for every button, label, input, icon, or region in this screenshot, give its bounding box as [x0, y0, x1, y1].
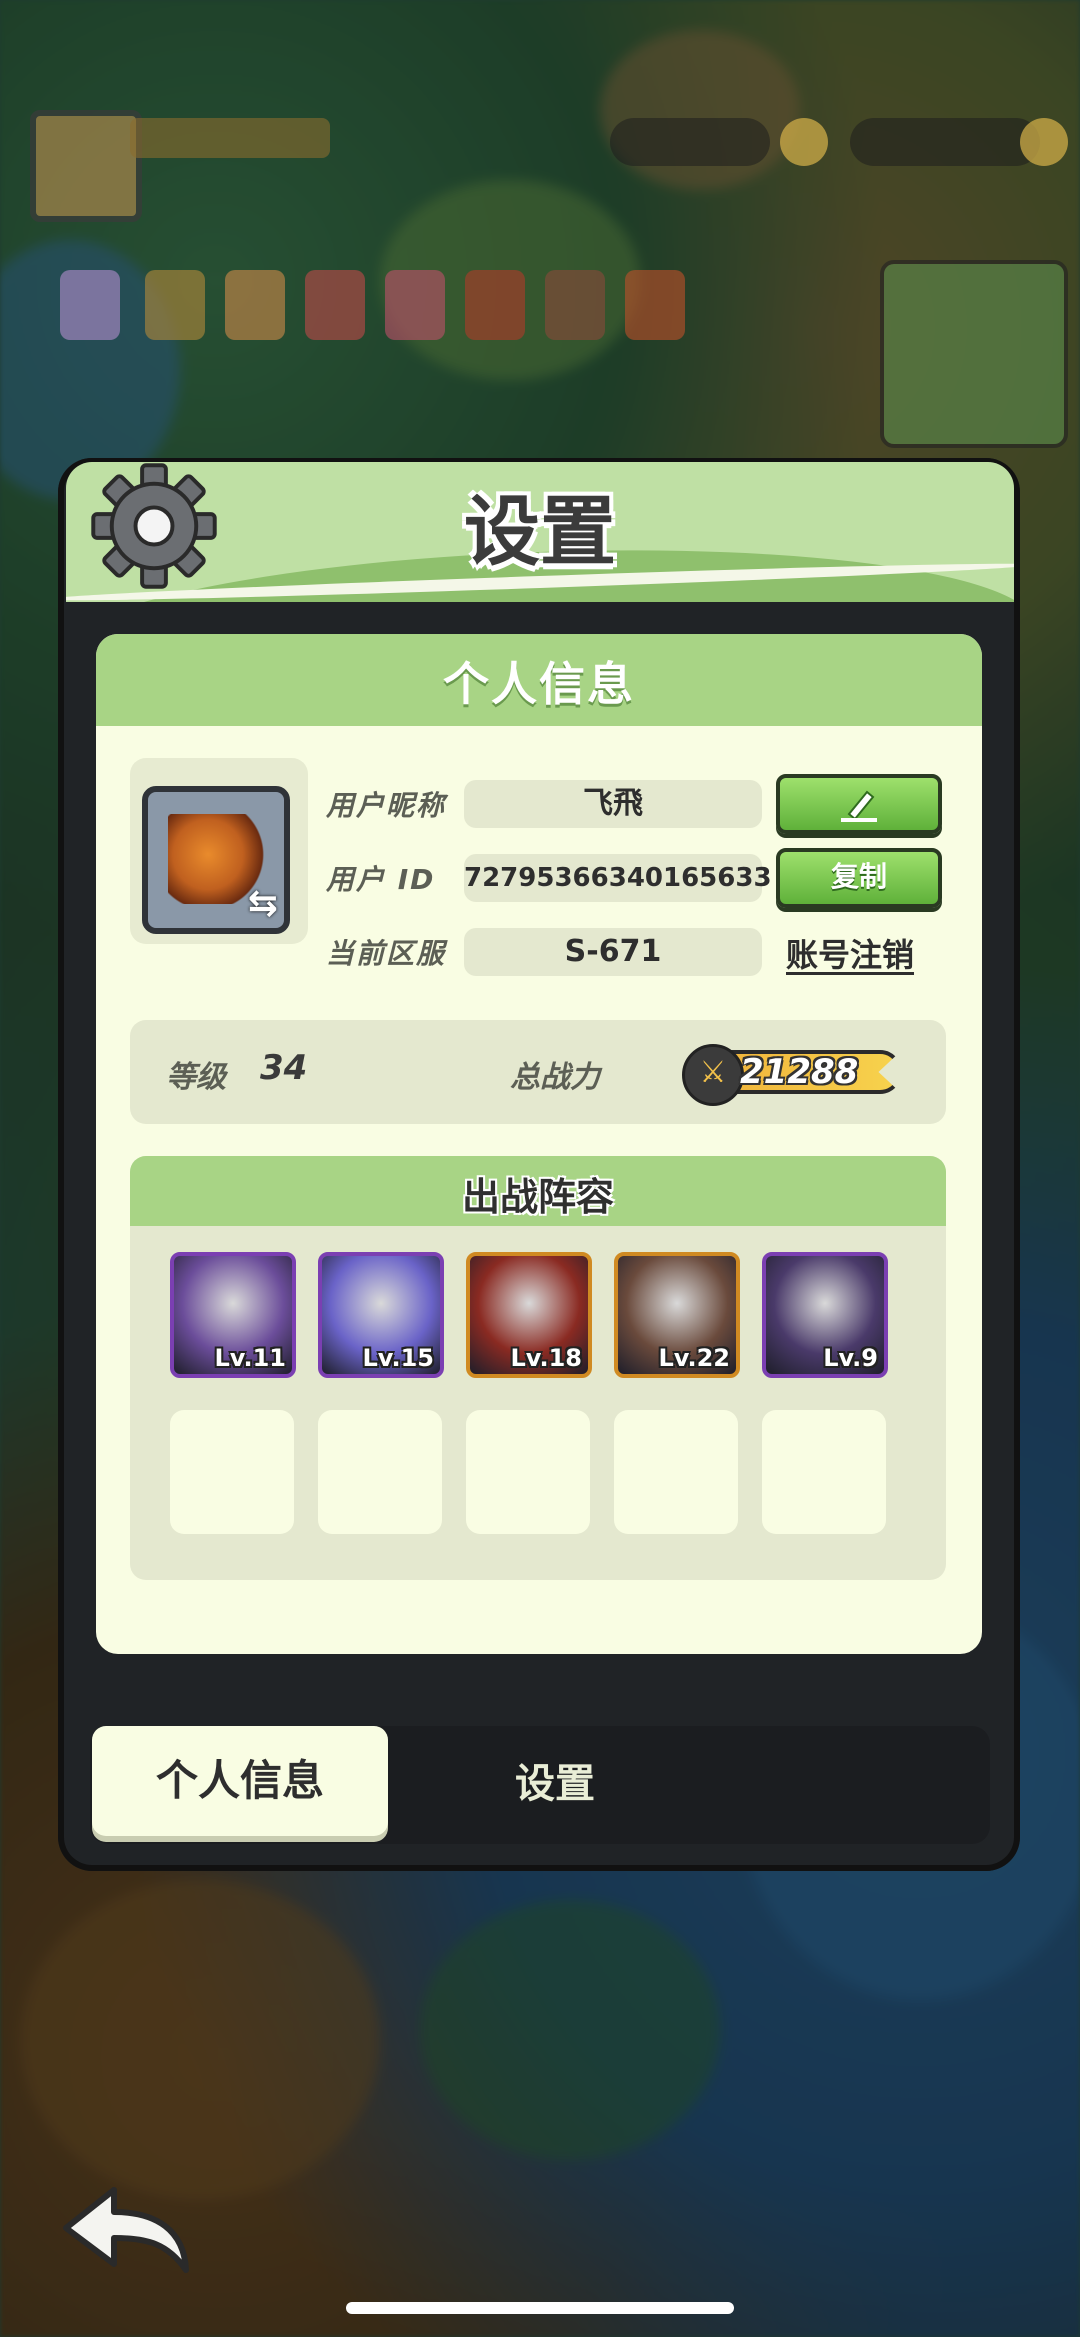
event-icon — [625, 270, 685, 340]
hero-level: Lv.11 — [214, 1344, 287, 1372]
level-label: 等级 — [166, 1060, 226, 1095]
event-icon — [545, 270, 605, 340]
battle-lineup-panel: 出战阵容 Lv.11 Lv.15 Lv.18 Lv.22 Lv.9 — [130, 1156, 946, 1580]
home-indicator[interactable] — [346, 2302, 734, 2314]
empty-hero-slot[interactable] — [614, 1410, 738, 1534]
back-arrow-icon[interactable] — [56, 2180, 196, 2280]
level-value: 34 — [260, 1048, 308, 1088]
section-title: 个人信息 — [443, 657, 635, 711]
empty-hero-slot[interactable] — [318, 1410, 442, 1534]
event-icon — [225, 270, 285, 340]
event-icon — [305, 270, 365, 340]
hero-portrait[interactable]: Lv.9 — [762, 1252, 888, 1378]
stats-panel: 等级 34 总战力 ⚔ 21288 — [130, 1020, 946, 1124]
power-value: 21288 — [740, 1052, 859, 1092]
hero-portrait[interactable]: Lv.18 — [466, 1252, 592, 1378]
coin-icon — [780, 118, 828, 166]
minimap — [880, 260, 1068, 448]
avatar[interactable]: ⇆ — [142, 786, 290, 934]
hero-level: Lv.9 — [823, 1344, 878, 1372]
hero-level: Lv.18 — [510, 1344, 583, 1372]
crossed-swords-icon: ⚔ — [682, 1044, 744, 1106]
hud-exp-bar — [130, 118, 330, 158]
tab-personal-info[interactable]: 个人信息 — [92, 1726, 388, 1836]
event-icon — [145, 270, 205, 340]
hero-portrait[interactable]: Lv.22 — [614, 1252, 740, 1378]
edit-nickname-button[interactable] — [776, 774, 942, 834]
user-id-label: 用户 ID — [326, 863, 436, 896]
hero-level: Lv.22 — [658, 1344, 731, 1372]
hero-level: Lv.15 — [362, 1344, 435, 1372]
tab-settings[interactable]: 设置 — [440, 1734, 670, 1834]
lineup-title: 出战阵容 — [461, 1175, 614, 1219]
event-icon — [60, 270, 120, 340]
empty-hero-slot[interactable] — [762, 1410, 886, 1534]
power-badge: ⚔ 21288 — [682, 1044, 912, 1106]
hud-resource — [610, 118, 770, 166]
personal-info-card: 个人信息 ⇆ 用户昵称 飞飛 用户 ID 72795366340165633 复… — [96, 634, 982, 1654]
tab-personal-info-label: 个人信息 — [155, 1756, 324, 1805]
hud-resource — [850, 118, 1040, 166]
event-icon — [385, 270, 445, 340]
server-label: 当前区服 — [326, 937, 447, 970]
nickname-label: 用户昵称 — [326, 789, 447, 822]
copy-button[interactable]: 复制 — [776, 848, 942, 908]
event-icon — [465, 270, 525, 340]
server-field: S-671 — [464, 928, 762, 976]
coin-icon — [1020, 118, 1068, 166]
hero-portrait[interactable]: Lv.15 — [318, 1252, 444, 1378]
empty-hero-slot[interactable] — [170, 1410, 294, 1534]
power-label: 总战力 — [510, 1060, 600, 1095]
hero-portrait[interactable]: Lv.11 — [170, 1252, 296, 1378]
avatar-container: ⇆ — [130, 758, 308, 944]
swap-arrows-icon: ⇆ — [247, 883, 278, 924]
nickname-field: 飞飛 — [464, 780, 762, 828]
gear-icon — [91, 463, 217, 589]
deregister-account-link[interactable]: 账号注销 — [786, 930, 914, 976]
user-id-field: 72795366340165633 — [464, 854, 772, 902]
pencil-icon — [841, 790, 877, 822]
empty-hero-slot[interactable] — [466, 1410, 590, 1534]
hud-avatar — [30, 110, 142, 222]
